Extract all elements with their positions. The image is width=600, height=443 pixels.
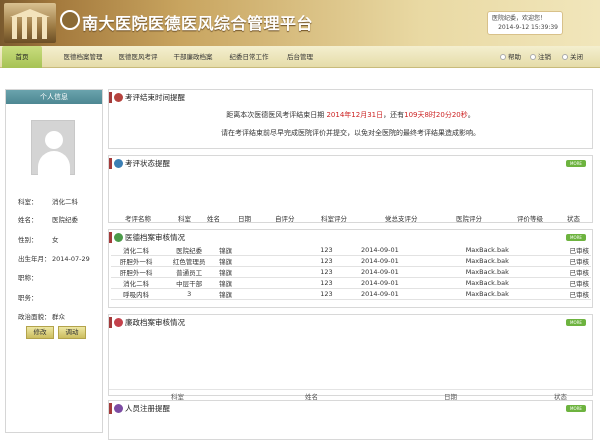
table-cell: 123 [294, 288, 359, 300]
status-title: 考评状态提醒 [125, 159, 170, 168]
staff-more-button[interactable]: MORE [566, 405, 586, 412]
nav-home[interactable]: 首页 [2, 46, 42, 68]
profile-name-row: 姓名： 医院纪委 [18, 216, 78, 224]
table-cell: MaxBack.bak [463, 277, 558, 289]
table-cell: 2014-09-01 [359, 255, 464, 267]
table-cell: 2014-09-01 [359, 245, 464, 256]
end-date: 2014年12月31日 [326, 111, 384, 119]
avatar [31, 120, 75, 175]
profile-panel: 个人信息 科室： 消化二科 姓名： 医院纪委 性别：女 出生年月： 2014-07-2… [5, 89, 103, 433]
nav-medical-ethics-archive[interactable]: 医德档案管理 [58, 46, 108, 68]
archive-icon [114, 233, 123, 242]
edit-button[interactable]: 修改 [26, 326, 54, 339]
table-cell: 肝胆外一科 [111, 255, 162, 267]
table-cell: 已审核 [557, 277, 591, 289]
table-cell: 3 [161, 288, 218, 300]
logout-link[interactable]: 注销 [530, 46, 551, 68]
table-cell: 123 [294, 277, 359, 289]
staff-title: 人员注册提醒 [125, 404, 170, 413]
logout-icon [530, 54, 536, 60]
table-row[interactable]: 消化二科 中层干部 锦旗 123 2014-09-01 MaxBack.bak 已审核 [111, 277, 591, 289]
table-cell: 2014-09-01 [359, 277, 464, 289]
table-cell: 锦旗 [217, 288, 294, 300]
header: 南大医院医德医风综合管理平台 医院纪委，欢迎您！ 2014-9-12 15:39… [0, 0, 600, 46]
table-cell: MaxBack.bak [463, 245, 558, 256]
app-title: 南大医院医德医风综合管理平台 [82, 14, 314, 33]
profile-title-row: 职称： [18, 274, 38, 282]
clock-icon [114, 93, 123, 102]
table-cell: 已审核 [557, 245, 591, 256]
table-cell: 普通员工 [161, 266, 218, 278]
integrity-icon [114, 318, 123, 327]
table-cell: 123 [294, 255, 359, 267]
table-cell: 锦旗 [217, 255, 294, 267]
integrity-title: 廉政档案审核情况 [125, 318, 185, 327]
table-row[interactable]: 肝胆外一科 红色管理员 锦旗 123 2014-09-01 MaxBack.bak 已审核 [111, 255, 591, 267]
archive-table: 消化二科 医院纪委 锦旗 123 2014-09-01 MaxBack.bak 已审核 肝胆外… [111, 245, 591, 300]
table-cell: 中层干部 [161, 277, 218, 289]
table-cell: 123 [294, 266, 359, 278]
welcome-text: 医院纪委，欢迎您！ [492, 15, 547, 22]
profile-dept-row: 科室： 消化二科 [18, 198, 78, 206]
countdown-notice: 请在考评结束前尽早完成医院评价并提交，以免对全医院的最终考评结果造成影响。 [221, 129, 480, 137]
countdown-title: 考评结束时间提醒 [125, 93, 185, 102]
status-panel: 考评状态提醒 MORE 考评名称 科室 姓名 日期 自评分 科室评分 党总支评分… [108, 155, 593, 223]
table-cell: 已审核 [557, 288, 591, 300]
status-table-header: 考评名称 科室 姓名 日期 自评分 科室评分 党总支评分 医院评分 评价等级 状… [125, 215, 580, 223]
table-cell: 红色管理员 [161, 255, 218, 267]
profile-birth-row: 出生年月： 2014-07-29 [18, 255, 90, 263]
transfer-button[interactable]: 调动 [58, 326, 86, 339]
nav-daily-work[interactable]: 纪委日常工作 [224, 46, 274, 68]
profile-gender-row: 性别：女 [18, 236, 59, 244]
remaining-time: 109天8时20分20秒 [404, 111, 468, 119]
status-more-button[interactable]: MORE [566, 160, 586, 167]
table-cell: 肝胆外一科 [111, 266, 162, 278]
integrity-more-button[interactable]: MORE [566, 319, 586, 326]
table-cell: 2014-09-01 [359, 266, 464, 278]
table-row[interactable]: 消化二科 医院纪委 锦旗 123 2014-09-01 MaxBack.bak 已审核 [111, 245, 591, 256]
integrity-table-header: 科室 姓名 日期 状态 [109, 389, 592, 401]
table-cell: 医院纪委 [161, 245, 218, 256]
table-cell: 已审核 [557, 266, 591, 278]
profile-title: 个人信息 [6, 90, 102, 104]
nav-cadre-integrity-archive[interactable]: 干部廉政档案 [168, 46, 218, 68]
countdown-panel: 考评结束时间提醒 距离本次医德医风考评结束日期 2014年12月31日，还有10… [108, 89, 593, 149]
countdown-text: 距离本次医德医风考评结束日期 2014年12月31日，还有109天8时20分20… [226, 111, 475, 119]
table-cell: MaxBack.bak [463, 255, 558, 267]
table-cell: 123 [294, 245, 359, 256]
main-nav: 首页 医德档案管理 医德医风考评 干部廉政档案 纪委日常工作 后台管理 帮助 注… [0, 46, 600, 68]
archive-more-button[interactable]: MORE [566, 234, 586, 241]
profile-position-row: 职务： [18, 294, 38, 302]
profile-political-row: 政治面貌： 群众 [18, 313, 65, 321]
welcome-box: 医院纪委，欢迎您！ 2014-9-12 15:39:39 [487, 11, 563, 35]
table-row[interactable]: 肝胆外一科 普通员工 锦旗 123 2014-09-01 MaxBack.bak 已审核 [111, 266, 591, 278]
close-icon [562, 54, 568, 60]
table-cell: 消化二科 [111, 245, 162, 256]
table-cell: 锦旗 [217, 245, 294, 256]
table-cell: 锦旗 [217, 266, 294, 278]
nav-ethics-evaluation[interactable]: 医德医风考评 [113, 46, 163, 68]
table-cell: MaxBack.bak [463, 288, 558, 300]
table-cell: MaxBack.bak [463, 266, 558, 278]
help-link[interactable]: 帮助 [500, 46, 521, 68]
datetime-text: 2014-9-12 15:39:39 [498, 24, 558, 31]
hospital-logo-icon [60, 10, 80, 30]
help-icon [500, 54, 506, 60]
close-link[interactable]: 关闭 [562, 46, 583, 68]
nav-backend-admin[interactable]: 后台管理 [280, 46, 320, 68]
table-row[interactable]: 呼吸内科 3 锦旗 123 2014-09-01 MaxBack.bak 已审核 [111, 288, 591, 300]
table-cell: 消化二科 [111, 277, 162, 289]
hospital-building-image [4, 3, 56, 43]
staff-icon [114, 404, 123, 413]
status-icon [114, 159, 123, 168]
archive-panel: 医德档案审核情况 MORE 消化二科 医院纪委 锦旗 123 2014-09-01 Max… [108, 229, 593, 308]
table-cell: 呼吸内科 [111, 288, 162, 300]
table-cell: 锦旗 [217, 277, 294, 289]
integrity-panel: 廉政档案审核情况 MORE 科室 姓名 日期 状态 [108, 314, 593, 401]
staff-panel: 人员注册提醒 MORE [108, 400, 593, 440]
table-cell: 2014-09-01 [359, 288, 464, 300]
table-cell: 已审核 [557, 255, 591, 267]
archive-title: 医德档案审核情况 [125, 233, 185, 242]
